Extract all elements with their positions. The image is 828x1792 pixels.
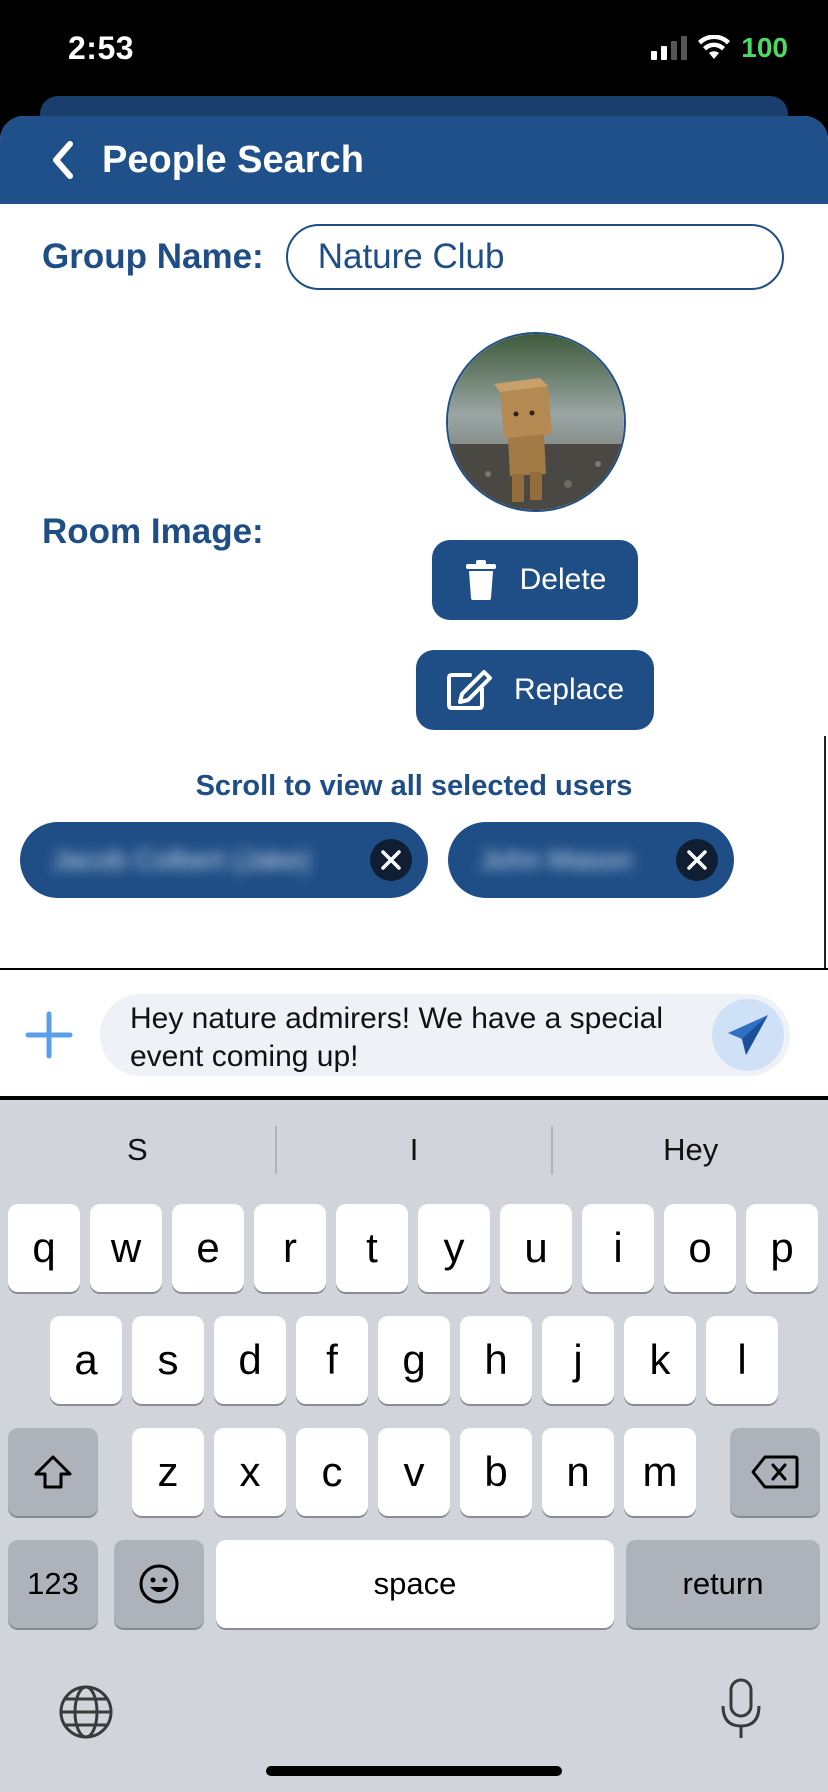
- numbers-key[interactable]: 123: [8, 1540, 98, 1628]
- send-icon: [728, 1015, 768, 1055]
- cellular-signal-icon: [651, 36, 688, 60]
- key-o[interactable]: o: [664, 1204, 736, 1292]
- emoji-icon: [139, 1564, 179, 1604]
- room-image-label: Room Image:: [42, 512, 264, 551]
- room-image-avatar: [446, 332, 626, 512]
- edit-icon: [446, 670, 492, 710]
- room-image-photo: [448, 334, 624, 510]
- key-h[interactable]: h: [460, 1316, 532, 1404]
- selected-users-list: Jacob Colbert (Jake) John Mason: [20, 822, 734, 898]
- user-chip-name: John Mason: [480, 844, 633, 875]
- close-icon: [687, 850, 707, 870]
- group-name-row: Group Name: Nature Club: [42, 224, 786, 290]
- close-icon: [381, 850, 401, 870]
- return-key[interactable]: return: [626, 1540, 820, 1628]
- key-i[interactable]: i: [582, 1204, 654, 1292]
- home-indicator[interactable]: [266, 1766, 562, 1776]
- plus-icon[interactable]: [24, 1010, 74, 1060]
- page-title: People Search: [102, 138, 364, 181]
- delete-image-button[interactable]: Delete: [432, 540, 638, 620]
- replace-image-button[interactable]: Replace: [416, 650, 654, 730]
- message-composer: Hey nature admirers! We have a special e…: [0, 968, 828, 1098]
- backspace-key[interactable]: [730, 1428, 820, 1516]
- wifi-icon: [698, 35, 731, 59]
- key-d[interactable]: d: [214, 1316, 286, 1404]
- key-a[interactable]: a: [50, 1316, 122, 1404]
- key-x[interactable]: x: [214, 1428, 286, 1516]
- group-name-input[interactable]: Nature Club: [285, 224, 784, 290]
- key-t[interactable]: t: [336, 1204, 408, 1292]
- nav-header: People Search: [0, 116, 828, 204]
- user-chip[interactable]: John Mason: [448, 822, 734, 898]
- shift-key[interactable]: [8, 1428, 98, 1516]
- scrollbar[interactable]: [824, 736, 826, 976]
- key-e[interactable]: e: [172, 1204, 244, 1292]
- battery-level: 100: [741, 32, 788, 63]
- backspace-icon: [751, 1455, 799, 1489]
- message-text: Hey nature admirers! We have a special e…: [130, 1002, 664, 1073]
- key-g[interactable]: g: [378, 1316, 450, 1404]
- scroll-hint: Scroll to view all selected users: [195, 770, 633, 802]
- key-w[interactable]: w: [90, 1204, 162, 1292]
- remove-user-button[interactable]: [370, 839, 412, 881]
- globe-icon[interactable]: [58, 1684, 114, 1740]
- key-m[interactable]: m: [624, 1428, 696, 1516]
- key-b[interactable]: b: [460, 1428, 532, 1516]
- key-p[interactable]: p: [746, 1204, 818, 1292]
- status-indicators: 100: [651, 32, 788, 64]
- delete-label: Delete: [519, 563, 607, 596]
- group-name-label: Group Name:: [42, 237, 264, 276]
- suggestion-item[interactable]: I: [277, 1122, 552, 1178]
- suggestion-item[interactable]: S: [0, 1122, 275, 1178]
- trash-icon: [465, 560, 496, 600]
- key-k[interactable]: k: [624, 1316, 696, 1404]
- remove-user-button[interactable]: [676, 839, 718, 881]
- replace-label: Replace: [513, 673, 625, 706]
- status-bar: 2:53 100: [0, 0, 828, 100]
- group-settings-sheet: People Search Group Name: Nature Club Ro…: [0, 116, 828, 976]
- status-time: 2:53: [68, 30, 135, 66]
- key-s[interactable]: s: [132, 1316, 204, 1404]
- key-c[interactable]: c: [296, 1428, 368, 1516]
- key-n[interactable]: n: [542, 1428, 614, 1516]
- key-v[interactable]: v: [378, 1428, 450, 1516]
- chevron-left-icon[interactable]: [50, 140, 80, 180]
- key-y[interactable]: y: [418, 1204, 490, 1292]
- space-key[interactable]: space: [216, 1540, 614, 1628]
- key-r[interactable]: r: [254, 1204, 326, 1292]
- key-f[interactable]: f: [296, 1316, 368, 1404]
- message-input[interactable]: Hey nature admirers! We have a special e…: [100, 994, 790, 1076]
- suggestion-bar: S I Hey: [0, 1122, 828, 1178]
- key-j[interactable]: j: [542, 1316, 614, 1404]
- microphone-icon[interactable]: [718, 1678, 764, 1740]
- key-q[interactable]: q: [8, 1204, 80, 1292]
- emoji-key[interactable]: [114, 1540, 204, 1628]
- key-l[interactable]: l: [706, 1316, 778, 1404]
- onscreen-keyboard: S I Hey q w e r t y u i o p a s d f g h …: [0, 1100, 828, 1792]
- key-u[interactable]: u: [500, 1204, 572, 1292]
- suggestion-item[interactable]: Hey: [553, 1122, 828, 1178]
- send-button[interactable]: [712, 999, 784, 1071]
- user-chip-name: Jacob Colbert (Jake): [52, 844, 311, 875]
- user-chip[interactable]: Jacob Colbert (Jake): [20, 822, 428, 898]
- shift-icon: [34, 1455, 72, 1489]
- key-z[interactable]: z: [132, 1428, 204, 1516]
